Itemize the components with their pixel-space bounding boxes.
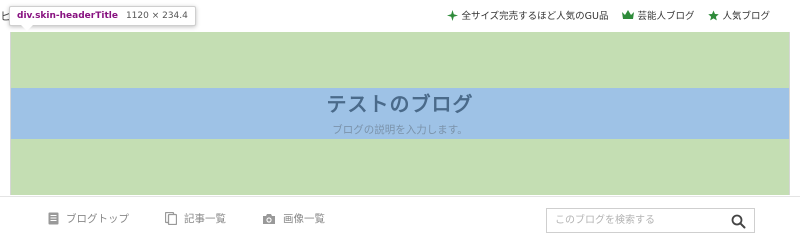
tooltip-selector: div.skin-headerTitle: [17, 11, 118, 21]
star-plus-icon: [447, 9, 459, 21]
top-link-gu[interactable]: 全サイズ完売するほど人気のGU品: [447, 8, 608, 22]
nav-item-article-list[interactable]: 記事一覧: [165, 211, 226, 226]
nav-item-label: 画像一覧: [283, 213, 325, 225]
tooltip-arrow: [21, 25, 33, 31]
star-icon: [708, 9, 720, 21]
nav-item-blog-top[interactable]: ブログトップ: [48, 211, 129, 226]
nav-item-image-list[interactable]: 画像一覧: [262, 211, 325, 226]
top-link-label: 人気ブログ: [722, 11, 770, 22]
document-icon: [48, 212, 59, 225]
top-links: 全サイズ完売するほど人気のGU品 芸能人ブログ 人気ブログ: [447, 0, 770, 30]
crown-icon: [622, 10, 635, 20]
top-link-celebrity-blog[interactable]: 芸能人ブログ: [622, 8, 694, 22]
top-link-label: 芸能人ブログ: [637, 11, 695, 22]
blog-title[interactable]: テストのブログ: [0, 88, 800, 117]
search-icon[interactable]: [731, 214, 746, 229]
top-link-popular-blog[interactable]: 人気ブログ: [708, 8, 770, 22]
blog-search-input[interactable]: [547, 209, 725, 232]
nav-item-label: ブログトップ: [66, 213, 129, 225]
blog-nav-bar: ブログトップ 記事一覧 画像一覧: [0, 196, 800, 239]
copy-icon: [165, 212, 177, 225]
blog-description: ブログの説明を入力します。: [332, 124, 468, 136]
nav-items: ブログトップ 記事一覧 画像一覧: [48, 197, 325, 240]
top-link-label: 全サイズ完売するほど人気のGU品: [461, 11, 609, 22]
tooltip-size: 1120 × 234.4: [125, 11, 188, 21]
devtools-tooltip: div.skin-headerTitle 1120 × 234.4: [9, 6, 196, 31]
camera-icon: [262, 213, 276, 225]
blog-search-box: [546, 208, 755, 233]
nav-item-label: 記事一覧: [184, 213, 226, 225]
